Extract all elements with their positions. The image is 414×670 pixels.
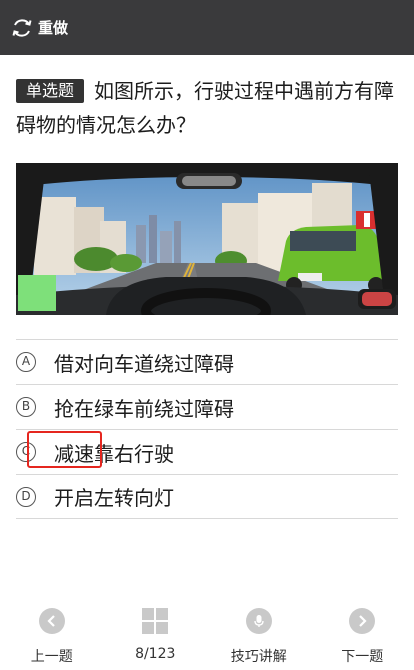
grid-icon: [142, 608, 169, 634]
prev-question-button[interactable]: 上一题: [0, 600, 104, 670]
option-text: 抢在绿车前绕过障碍: [54, 396, 234, 421]
question-image: [16, 163, 398, 315]
option-text: 开启左转向灯: [54, 486, 174, 510]
progress-label: 8/123: [135, 646, 176, 662]
option-text: 借对向车道绕过障碍: [54, 351, 234, 376]
next-question-button[interactable]: 下一题: [311, 600, 414, 670]
tips-button[interactable]: 技巧讲解: [207, 600, 311, 670]
option-letter: B: [16, 397, 36, 417]
question-type-badge: 单选题: [16, 79, 85, 103]
refresh-icon: [12, 18, 32, 37]
top-bar: 重做: [0, 0, 414, 55]
microphone-icon: [245, 608, 272, 634]
options-list: A 借对向车道绕过障碍 B 抢在绿车前绕过障碍 C 减速靠右行驶 D 开启左转向…: [16, 339, 398, 519]
option-b[interactable]: B 抢在绿车前绕过障碍: [16, 384, 398, 429]
option-letter: A: [16, 352, 36, 372]
chevron-left-icon: [38, 608, 65, 634]
option-d[interactable]: D 开启左转向灯: [16, 474, 398, 519]
option-letter: C: [16, 442, 36, 462]
option-c[interactable]: C 减速靠右行驶: [16, 429, 398, 474]
option-a[interactable]: A 借对向车道绕过障碍: [16, 339, 398, 384]
prev-question-label: 上一题: [30, 649, 73, 665]
question: 单选题 如图所示，行驶过程中遇前方有障碍物的情况怎么办？: [16, 74, 401, 142]
question-grid-button[interactable]: 8/123: [104, 600, 208, 670]
redo-label: 重做: [38, 19, 69, 37]
chevron-right-icon: [349, 608, 376, 634]
bottom-nav: 上一题 8/123 技巧讲解 下一题: [0, 600, 414, 670]
option-text: 减速靠右行驶: [54, 441, 174, 466]
next-question-label: 下一题: [341, 649, 384, 665]
tips-label: 技巧讲解: [230, 649, 287, 665]
option-letter: D: [16, 486, 36, 507]
redo-button[interactable]: 重做: [10, 16, 68, 40]
